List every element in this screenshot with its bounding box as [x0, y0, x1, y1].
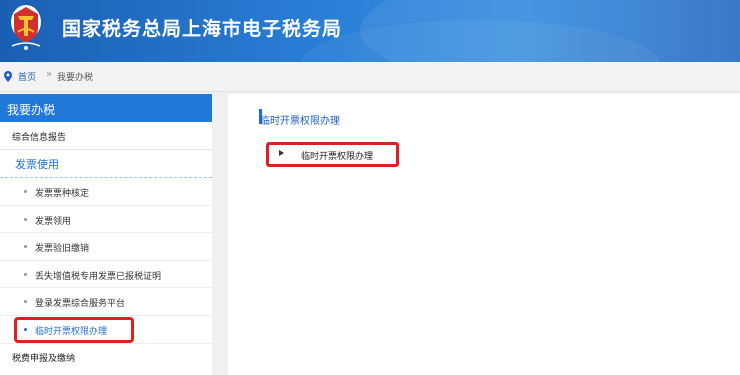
triangle-right-icon — [279, 150, 284, 156]
sidebar-item-label: 发票领用 — [35, 216, 72, 227]
sidebar-item-label: 发票票种核定 — [35, 189, 90, 199]
temporary-invoicing-link[interactable]: 临时开票权限办理 — [301, 149, 373, 162]
breadcrumb: 首页 » 我要办税 — [0, 62, 740, 92]
sidebar-item-label: 发票验旧缴销 — [35, 244, 90, 255]
tax-emblem-logo[interactable] — [6, 2, 46, 54]
bullet-icon — [24, 327, 27, 331]
sidebar-item-label: 登录发票综合服务平台 — [35, 299, 126, 310]
bullet-icon — [24, 190, 27, 193]
bullet-icon — [24, 217, 27, 221]
sidebar-item-invoice-verification-cancellation[interactable]: 发票验旧缴销 — [0, 233, 212, 261]
sidebar-section-tax-declaration[interactable]: 税费申报及缴纳 — [0, 344, 212, 370]
sidebar-section-info-report[interactable]: 综合信息报告 — [0, 122, 212, 150]
site-title: 国家税务总局上海市电子税务局 — [62, 18, 343, 40]
page-title: 临时开票权限办理 — [260, 116, 340, 127]
sidebar-item-invoice-service-platform[interactable]: 登录发票综合服务平台 — [0, 288, 212, 316]
sidebar-item-invoice-collection[interactable]: 发票领用 — [0, 206, 212, 234]
bullet-icon — [24, 300, 27, 304]
sidebar-menu: 我要办税 综合信息报告 发票使用 发票票种核定 发票领用 发票验旧缴销 丢失增值… — [0, 94, 212, 375]
sidebar-item-lost-vat-invoice-proof[interactable]: 丢失增值税专用发票已报税证明 — [0, 261, 212, 289]
bullet-icon — [24, 272, 27, 276]
sidebar-item-label: 丢失增值税专用发票已报税证明 — [35, 271, 162, 282]
breadcrumb-separator: » — [46, 69, 53, 80]
main-content: 临时开票权限办理 临时开票权限办理 — [228, 94, 740, 375]
location-pin-icon — [4, 71, 12, 82]
sidebar-heading[interactable]: 我要办税 — [0, 94, 212, 122]
sidebar-item-temporary-invoicing[interactable]: 临时开票权限办理 — [0, 316, 212, 344]
highlight-box — [14, 316, 134, 343]
breadcrumb-home-link[interactable]: 首页 — [18, 70, 36, 83]
bullet-icon — [24, 245, 27, 249]
site-header: 国家税务总局上海市电子税务局 — [0, 0, 740, 62]
sidebar-group-invoice-use[interactable]: 发票使用 — [0, 150, 212, 178]
breadcrumb-current: 我要办税 — [57, 73, 94, 83]
sidebar-item-invoice-type-approval[interactable]: 发票票种核定 — [0, 178, 212, 206]
